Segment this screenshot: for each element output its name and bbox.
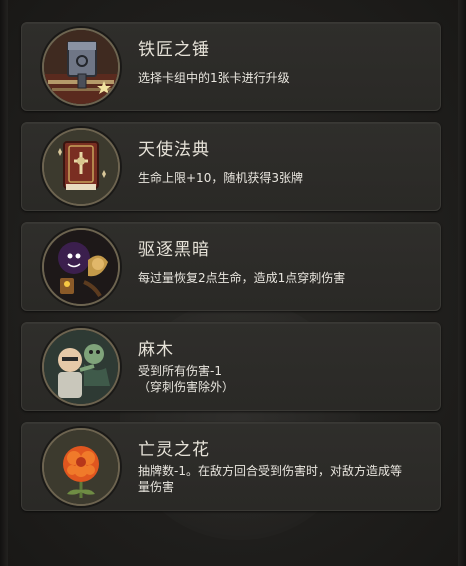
relic-card-blacksmith-hammer[interactable]: 铁匠之锤 选择卡组中的1张卡进行升级 (21, 22, 441, 111)
angel-codex-icon (42, 128, 120, 206)
relic-description-line: 抽牌数-1。在敌方回合受到伤害时，对敌方造成等 (138, 464, 402, 478)
relic-description: 抽牌数-1。在敌方回合受到伤害时，对敌方造成等 量伤害 (138, 463, 430, 495)
relic-description-line: 量伤害 (138, 480, 175, 494)
relic-description: 每过量恢复2点生命，造成1点穿刺伤害 (138, 270, 430, 286)
relic-card-numb[interactable]: 麻木 受到所有伤害-1 （穿刺伤害除外） (21, 322, 441, 411)
relic-list-panel: 铁匠之锤 选择卡组中的1张卡进行升级 天使法典 生命上限+10，随机获得3张牌 (0, 0, 466, 566)
panel-edge-left (0, 0, 8, 566)
relic-description-line: （穿刺伤害除外） (138, 380, 235, 394)
relic-description-line: 生命上限+10，随机获得3张牌 (138, 171, 303, 185)
dispel-darkness-icon (42, 228, 120, 306)
panel-edge-right (458, 0, 466, 566)
relic-title: 驱逐黑暗 (138, 240, 210, 260)
relic-title: 麻木 (138, 340, 174, 360)
relic-description-line: 选择卡组中的1张卡进行升级 (138, 71, 290, 85)
relic-title: 铁匠之锤 (138, 40, 210, 60)
relic-card-angel-codex[interactable]: 天使法典 生命上限+10，随机获得3张牌 (21, 122, 441, 211)
undead-flower-icon (42, 428, 120, 506)
relic-title: 亡灵之花 (138, 440, 210, 460)
relic-description-line: 每过量恢复2点生命，造成1点穿刺伤害 (138, 271, 346, 285)
relic-card-dispel-darkness[interactable]: 驱逐黑暗 每过量恢复2点生命，造成1点穿刺伤害 (21, 222, 441, 311)
relic-description: 生命上限+10，随机获得3张牌 (138, 170, 430, 186)
relic-description-line: 受到所有伤害-1 (138, 364, 222, 378)
relic-title: 天使法典 (138, 140, 210, 160)
relic-card-undead-flower[interactable]: 亡灵之花 抽牌数-1。在敌方回合受到伤害时，对敌方造成等 量伤害 (21, 422, 441, 511)
relic-description: 受到所有伤害-1 （穿刺伤害除外） (138, 363, 430, 395)
numb-icon (42, 328, 120, 406)
relic-description: 选择卡组中的1张卡进行升级 (138, 70, 430, 86)
blacksmith-hammer-icon (42, 28, 120, 106)
